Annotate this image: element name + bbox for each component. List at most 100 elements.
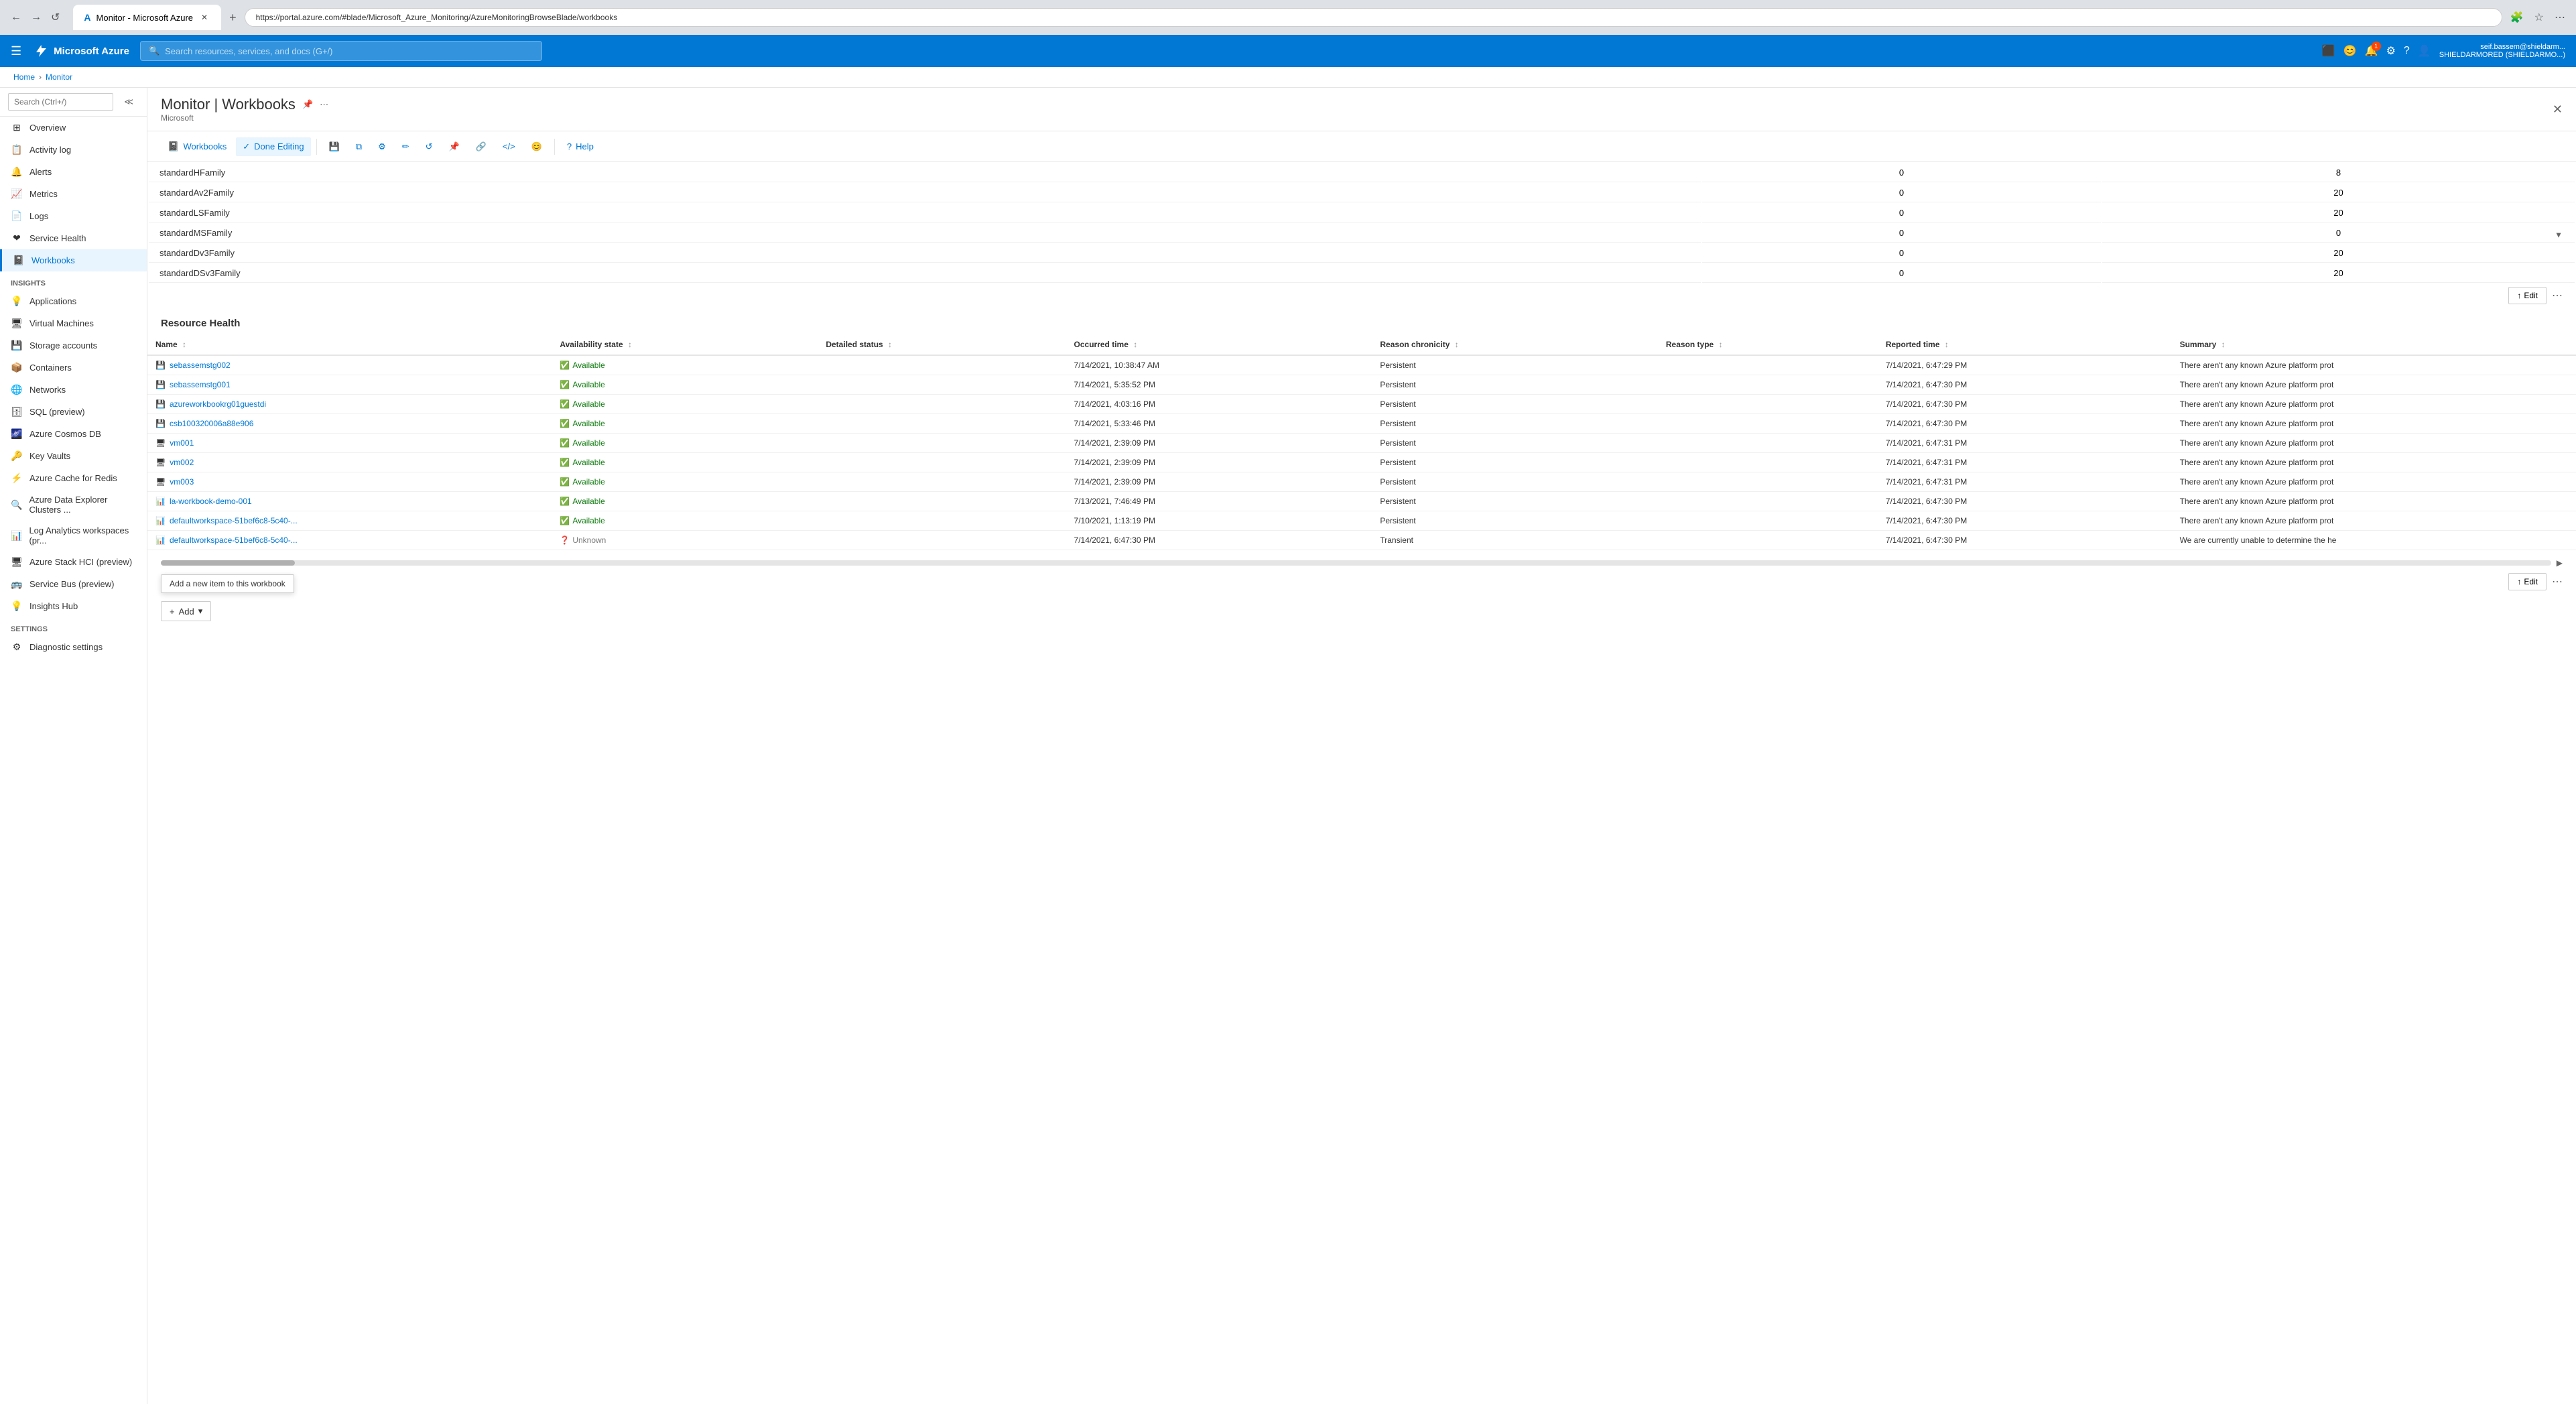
sidebar-item-redis[interactable]: ⚡ Azure Cache for Redis	[0, 467, 147, 489]
browser-controls[interactable]: ← → ↺	[8, 8, 62, 27]
resource-health-table-container[interactable]: Name ↕ Availability state ↕ Detailed sta…	[147, 334, 2576, 556]
resource-link[interactable]: vm002	[170, 458, 194, 467]
sidebar-item-overview[interactable]: ⊞ Overview	[0, 117, 147, 139]
breadcrumb-monitor[interactable]: Monitor	[46, 72, 72, 82]
resource-link[interactable]: defaultworkspace-51bef6c8-5c40-...	[170, 516, 298, 525]
code-button[interactable]: </>	[496, 137, 522, 155]
browser-menu-button[interactable]: ⋯	[2552, 8, 2568, 27]
sidebar-item-key-vaults[interactable]: 🔑 Key Vaults	[0, 445, 147, 467]
more-options-icon[interactable]: ⋯	[320, 99, 328, 110]
sidebar-item-log-analytics[interactable]: 📊 Log Analytics workspaces (pr...	[0, 520, 147, 551]
sidebar-item-cosmos-db[interactable]: 🌌 Azure Cosmos DB	[0, 423, 147, 445]
resource-link[interactable]: vm001	[170, 438, 194, 448]
sidebar-item-containers[interactable]: 📦 Containers	[0, 357, 147, 379]
settings-icon[interactable]: ⚙	[2386, 44, 2396, 58]
tab-close-button[interactable]: ✕	[198, 10, 210, 25]
status-icon: ✅	[560, 438, 570, 448]
back-button[interactable]: ←	[8, 8, 24, 27]
sidebar-item-virtual-machines[interactable]: 🖥 Virtual Machines	[0, 312, 147, 334]
settings-button[interactable]: ⚙	[371, 137, 393, 156]
sidebar-search-input[interactable]	[8, 93, 113, 111]
availability-status: ✅ Available	[560, 380, 810, 389]
scroll-down-arrow[interactable]: ▼	[2555, 231, 2563, 240]
browser-tab[interactable]: A Monitor - Microsoft Azure ✕	[73, 5, 221, 30]
col-name[interactable]: Name ↕	[147, 334, 552, 355]
resource-link[interactable]: azureworkbookrg01guestdi	[170, 399, 266, 409]
sidebar-item-stack-hci[interactable]: 🖥 Azure Stack HCI (preview)	[0, 551, 147, 573]
sidebar-item-data-explorer[interactable]: 🔍 Azure Data Explorer Clusters ...	[0, 489, 147, 520]
done-editing-button[interactable]: ✓ Done Editing	[236, 137, 310, 156]
table-row: 📊 defaultworkspace-51bef6c8-5c40-... ✅ A…	[147, 511, 2576, 531]
link-icon: 🔗	[476, 141, 487, 152]
scroll-track[interactable]	[161, 560, 2551, 566]
col-occurred-time[interactable]: Occurred time ↕	[1066, 334, 1372, 355]
address-bar[interactable]: https://portal.azure.com/#blade/Microsof…	[245, 8, 2502, 27]
sidebar-item-metrics[interactable]: 📈 Metrics	[0, 183, 147, 205]
scroll-thumb[interactable]	[161, 560, 295, 566]
sidebar-item-activity-log[interactable]: 📋 Activity log	[0, 139, 147, 161]
status-icon: ✅	[560, 477, 570, 487]
resource-link[interactable]: defaultworkspace-51bef6c8-5c40-...	[170, 535, 298, 545]
family-edit-button[interactable]: ↑ Edit	[2508, 287, 2547, 304]
horizontal-scrollbar[interactable]: ▶	[147, 556, 2576, 570]
family-col2: 0	[1702, 264, 2101, 283]
help-icon[interactable]: ?	[2404, 45, 2410, 57]
scroll-right-arrow[interactable]: ▶	[2557, 558, 2563, 568]
favorites-button[interactable]: ☆	[2532, 8, 2547, 27]
sidebar-item-workbooks[interactable]: 📓 Workbooks	[0, 249, 147, 271]
resource-link[interactable]: csb100320006a88e906	[170, 419, 253, 428]
search-input[interactable]	[165, 46, 533, 56]
edit-button[interactable]: ✏	[395, 137, 416, 156]
resource-health-more-button[interactable]: ⋯	[2552, 573, 2563, 590]
sidebar-item-applications[interactable]: 💡 Applications	[0, 290, 147, 312]
save-button[interactable]: 💾	[322, 137, 346, 156]
sidebar-item-alerts[interactable]: 🔔 Alerts	[0, 161, 147, 183]
resource-link[interactable]: la-workbook-demo-001	[170, 497, 252, 506]
col-reason-chronicity[interactable]: Reason chronicity ↕	[1372, 334, 1658, 355]
cloud-shell-icon[interactable]: ⬛	[2322, 44, 2335, 58]
workbooks-tab-button[interactable]: 📓 Workbooks	[161, 137, 233, 156]
col-reason-type[interactable]: Reason type ↕	[1658, 334, 1878, 355]
sidebar-item-service-health[interactable]: ❤ Service Health	[0, 227, 147, 249]
new-tab-button[interactable]: +	[227, 8, 239, 27]
close-button[interactable]: ✕	[2553, 103, 2563, 117]
extensions-button[interactable]: 🧩	[2508, 8, 2526, 27]
feedback-icon[interactable]: 😊	[2343, 44, 2357, 58]
family-col3: 20	[2102, 264, 2575, 283]
refresh-button[interactable]: ↺	[419, 137, 440, 156]
pin-button[interactable]: 📌	[442, 137, 466, 156]
add-button[interactable]: + Add ▾	[161, 601, 211, 621]
col-summary[interactable]: Summary ↕	[2172, 334, 2576, 355]
copy-button[interactable]: ⧉	[349, 137, 369, 156]
col-reported-time[interactable]: Reported time ↕	[1878, 334, 2172, 355]
help-button[interactable]: ? Help	[560, 137, 600, 155]
emoji-button[interactable]: 😊	[525, 137, 549, 156]
search-bar[interactable]: 🔍	[140, 41, 542, 61]
sidebar-item-logs[interactable]: 📄 Logs	[0, 205, 147, 227]
col-detailed-status[interactable]: Detailed status ↕	[818, 334, 1066, 355]
link-button[interactable]: 🔗	[469, 137, 493, 156]
forward-button[interactable]: →	[28, 8, 44, 27]
resource-health-edit-button[interactable]: ↑ Edit	[2508, 573, 2547, 590]
resource-link[interactable]: sebassemstg001	[170, 380, 231, 389]
resource-link[interactable]: sebassemstg002	[170, 361, 231, 370]
sidebar-item-networks[interactable]: 🌐 Networks	[0, 379, 147, 401]
pin-icon[interactable]: 📌	[302, 99, 313, 110]
notifications-icon[interactable]: 🔔 1	[2365, 44, 2378, 58]
resource-health-title: Resource Health	[147, 307, 2576, 334]
sidebar-item-sql[interactable]: 🗄 SQL (preview)	[0, 401, 147, 423]
refresh-button[interactable]: ↺	[48, 8, 62, 27]
summary-cell: There aren't any known Azure platform pr…	[2172, 511, 2576, 531]
account-icon[interactable]: 👤	[2418, 44, 2431, 58]
col-availability[interactable]: Availability state ↕	[552, 334, 818, 355]
sidebar-item-service-bus[interactable]: 🚌 Service Bus (preview)	[0, 573, 147, 595]
sidebar-item-diagnostic[interactable]: ⚙ Diagnostic settings	[0, 636, 147, 658]
hamburger-menu[interactable]: ☰	[11, 44, 21, 58]
storage-accounts-icon: 💾	[11, 340, 23, 351]
sidebar-item-insights-hub[interactable]: 💡 Insights Hub	[0, 595, 147, 617]
family-more-button[interactable]: ⋯	[2552, 287, 2563, 304]
sidebar-item-storage-accounts[interactable]: 💾 Storage accounts	[0, 334, 147, 357]
breadcrumb-home[interactable]: Home	[13, 72, 35, 82]
sidebar-collapse-button[interactable]: ≪	[119, 94, 139, 110]
resource-link[interactable]: vm003	[170, 477, 194, 487]
